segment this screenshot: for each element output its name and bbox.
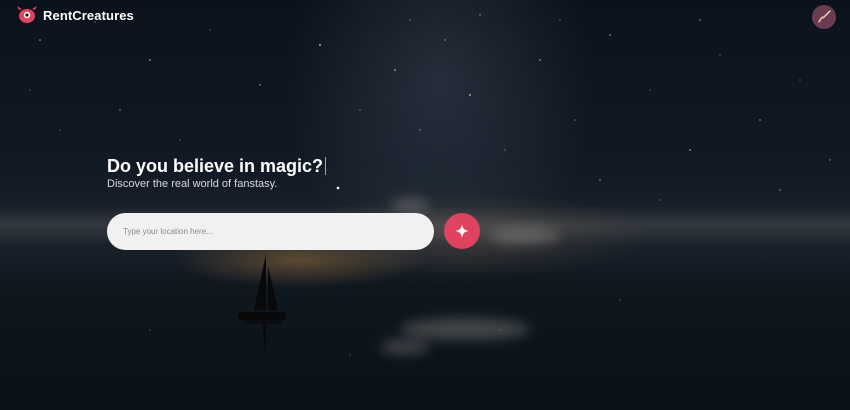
cloud (390, 198, 430, 212)
navbar: RentCreatures (0, 0, 850, 32)
cloud (490, 228, 560, 244)
cloud-reflection (380, 340, 430, 354)
brand-link[interactable]: RentCreatures (16, 6, 134, 24)
hero-subtitle: Discover the real world of fanstasy. (107, 178, 278, 190)
location-search-input[interactable] (107, 213, 434, 250)
brand-name: RentCreatures (43, 7, 134, 23)
hero-background (0, 0, 850, 410)
search-button[interactable] (444, 213, 480, 249)
sparkle-icon (455, 224, 469, 238)
broom-icon (818, 10, 831, 23)
cloud-reflection (400, 318, 530, 340)
text-cursor (325, 157, 327, 175)
sailboat-image (238, 254, 286, 360)
user-avatar[interactable] (812, 5, 836, 29)
hero-title-text: Do you believe in magic? (107, 156, 324, 176)
creature-logo-icon (17, 6, 37, 23)
hero-title: Do you believe in magic? (107, 156, 327, 177)
